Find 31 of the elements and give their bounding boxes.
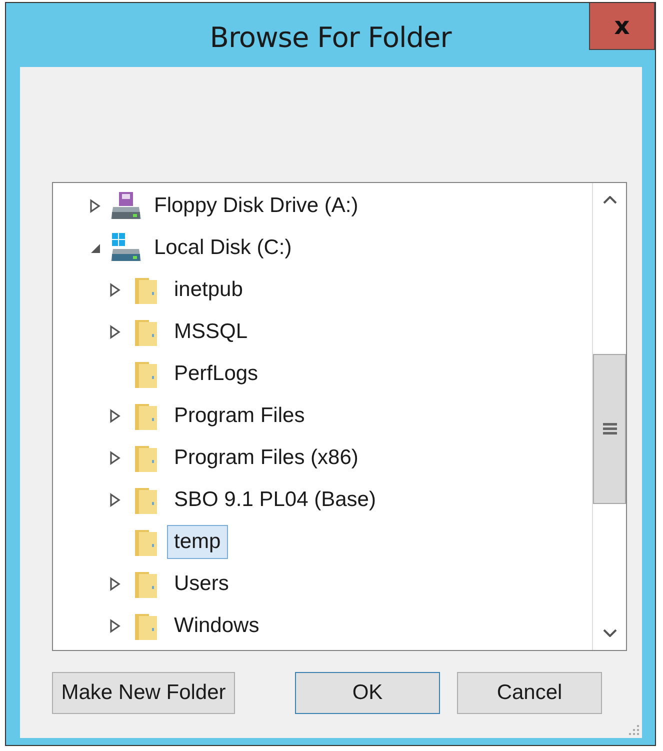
tree-item[interactable]: PerfLogs — [167, 357, 266, 391]
dialog-button[interactable]: OK — [295, 672, 440, 714]
tree-item[interactable]: temp — [167, 525, 228, 559]
collapsed-arrow-icon[interactable] — [109, 619, 121, 633]
tree-item[interactable]: MSSQL — [167, 315, 255, 349]
collapsed-arrow-icon[interactable] — [89, 199, 101, 213]
tree-item[interactable]: Windows — [167, 609, 266, 643]
resize-grip-icon[interactable] — [628, 724, 640, 736]
dialog-button[interactable]: Cancel — [457, 672, 602, 714]
collapsed-arrow-icon[interactable] — [109, 577, 121, 591]
window-title: Browse For Folder — [210, 21, 452, 54]
close-button[interactable]: x — [589, 3, 655, 50]
tree-item[interactable]: Floppy Disk Drive (A:) — [147, 189, 366, 223]
grip-icon — [602, 423, 616, 435]
tree-item[interactable]: SBO 9.1 PL04 (Base) — [167, 483, 383, 517]
scroll-up-icon[interactable] — [602, 196, 616, 204]
tree-item[interactable]: Local Disk (C:) — [147, 231, 299, 265]
disk-drive-icon — [109, 232, 143, 264]
collapsed-arrow-icon[interactable] — [109, 451, 121, 465]
dialog-button[interactable]: Make New Folder — [52, 672, 235, 714]
tree-item[interactable]: inetpub — [167, 273, 250, 307]
tree-item[interactable]: Program Files — [167, 399, 312, 433]
collapsed-arrow-icon[interactable] — [109, 283, 121, 297]
tree-item[interactable]: Users — [167, 567, 236, 601]
collapsed-arrow-icon[interactable] — [109, 409, 121, 423]
floppy-drive-icon — [109, 190, 143, 222]
collapsed-arrow-icon[interactable] — [109, 493, 121, 507]
scrollbar-thumb[interactable] — [593, 354, 626, 504]
scroll-down-icon[interactable] — [602, 629, 616, 637]
collapsed-arrow-icon[interactable] — [109, 325, 121, 339]
tree-item[interactable]: Program Files (x86) — [167, 441, 366, 475]
